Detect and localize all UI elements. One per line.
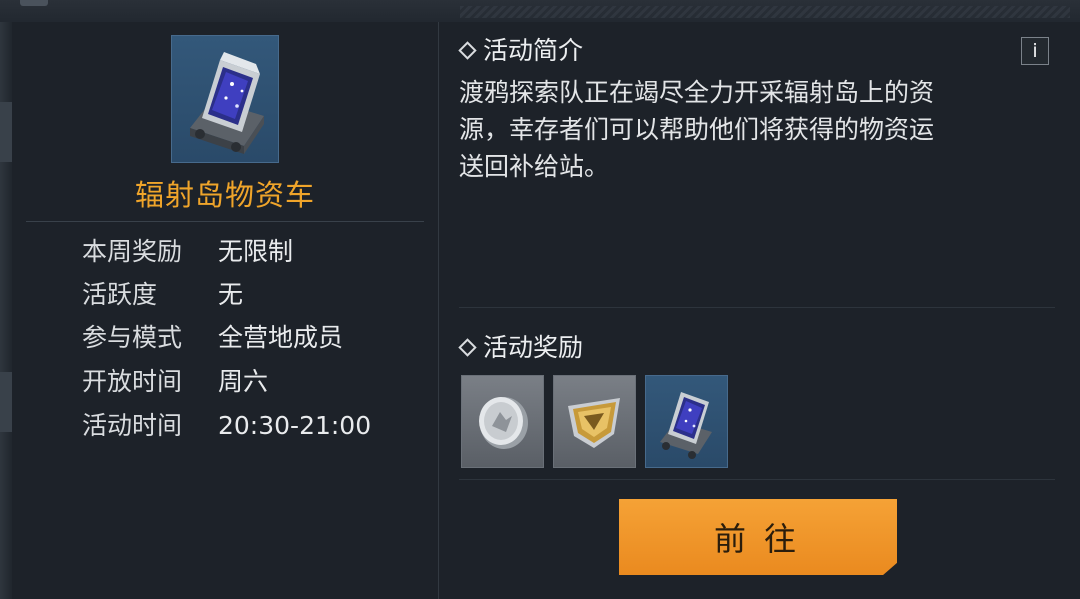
info-value: 全营地成员 xyxy=(218,323,344,352)
info-row-mode: 参与模式 全营地成员 xyxy=(82,318,343,358)
intro-description: 渡鸦探索队正在竭尽全力开采辐射岛上的资 源，幸存者们可以帮助他们将获得的物资运 … xyxy=(459,74,1059,185)
supply-truck-icon xyxy=(190,52,264,154)
rewards-title-text: 活动奖励 xyxy=(483,333,584,362)
info-row-event-time: 活动时间 20:30-21:00 xyxy=(82,406,371,446)
intro-section-title: 活动简介 xyxy=(458,34,584,68)
event-detail-panel: 活动简介 i 渡鸦探索队正在竭尽全力开采辐射岛上的资 源，幸存者们可以帮助他们将… xyxy=(439,22,1080,599)
info-label: 开放时间 xyxy=(82,367,183,396)
info-row-weekly-reward: 本周奖励 无限制 xyxy=(82,232,293,272)
info-label: 参与模式 xyxy=(82,323,183,352)
go-button[interactable]: 前往 xyxy=(619,499,897,575)
supply-truck-icon xyxy=(660,392,712,459)
info-value: 20:30-21:00 xyxy=(218,411,372,440)
diamond-icon xyxy=(458,40,477,60)
edge-mark xyxy=(0,372,12,432)
info-row-activity: 活跃度 无 xyxy=(82,275,243,315)
top-bar-pattern xyxy=(460,6,1070,18)
top-bar xyxy=(0,0,1080,23)
info-value: 周六 xyxy=(218,367,269,396)
intro-line: 源，幸存者们可以帮助他们将获得的物资运 xyxy=(459,115,935,144)
info-value: 无 xyxy=(218,280,244,309)
info-row-open-time: 开放时间 周六 xyxy=(82,362,268,402)
reward-item-silver-coin[interactable] xyxy=(461,375,544,468)
rewards-section-title: 活动奖励 xyxy=(458,331,584,365)
intro-title-text: 活动简介 xyxy=(483,36,584,65)
divider xyxy=(459,307,1055,308)
info-button[interactable]: i xyxy=(1021,37,1049,65)
divider xyxy=(459,479,1055,480)
info-label: 活动时间 xyxy=(82,411,183,440)
reward-item-gold-badge[interactable] xyxy=(553,375,636,468)
top-bar-tab-edge xyxy=(20,0,48,6)
reward-item-supply-truck[interactable] xyxy=(645,375,728,468)
intro-line: 送回补给站。 xyxy=(459,152,610,181)
silver-coin-icon xyxy=(479,397,528,449)
divider xyxy=(26,221,424,222)
event-name: 辐射岛物资车 xyxy=(134,178,315,212)
diamond-icon xyxy=(458,337,477,357)
left-edge-strip xyxy=(0,22,12,599)
info-label: 本周奖励 xyxy=(82,237,183,266)
intro-line: 渡鸦探索队正在竭尽全力开采辐射岛上的资 xyxy=(459,78,935,107)
gold-badge-icon xyxy=(568,398,620,448)
info-value: 无限制 xyxy=(218,237,294,266)
event-icon-frame xyxy=(171,35,279,163)
event-summary-panel: 辐射岛物资车 本周奖励 无限制 活跃度 无 参与模式 全营地成员 开放时间 周六 活动时… xyxy=(12,22,439,599)
edge-mark xyxy=(0,102,12,162)
info-label: 活跃度 xyxy=(82,280,158,309)
